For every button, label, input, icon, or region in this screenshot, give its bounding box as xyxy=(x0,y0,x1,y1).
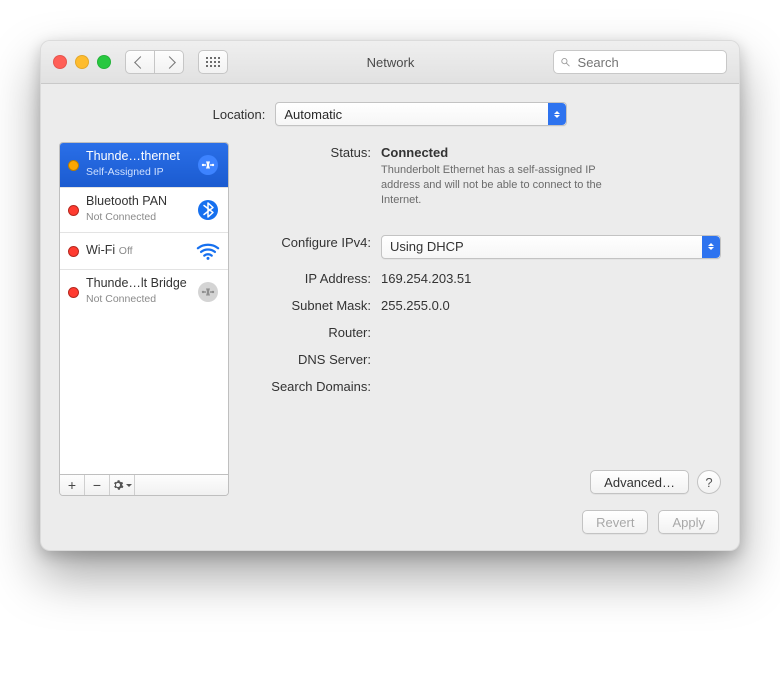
chevron-right-icon xyxy=(163,56,176,69)
location-value: Automatic xyxy=(284,107,342,122)
dns-server-value xyxy=(381,349,721,367)
router-value xyxy=(381,322,721,340)
service-name: Thunde…thernet xyxy=(86,149,180,163)
configure-ipv4-popup[interactable]: Using DHCP xyxy=(381,235,721,259)
service-name: Bluetooth PAN xyxy=(86,194,167,208)
close-window-button[interactable] xyxy=(53,55,67,69)
service-text: Wi-Fi Off xyxy=(86,243,189,260)
service-name: Thunde…lt Bridge xyxy=(86,276,187,290)
configure-ipv4-value: Using DHCP xyxy=(390,239,464,254)
subnet-mask-value: 255.255.0.0 xyxy=(381,295,721,313)
dns-server-label: DNS Server: xyxy=(243,349,371,367)
window-footer: Revert Apply xyxy=(59,496,721,534)
status-dot xyxy=(68,246,79,257)
service-text: Bluetooth PAN Not Connected xyxy=(86,194,189,226)
search-input[interactable] xyxy=(576,54,720,71)
router-label: Router: xyxy=(243,322,371,340)
gear-icon xyxy=(112,479,124,491)
status-detail: Thunderbolt Ethernet has a self-assigned… xyxy=(381,163,631,208)
search-icon xyxy=(560,56,571,68)
detail-grid: Status: Connected Thunderbolt Ethernet h… xyxy=(243,142,721,394)
service-item-bluetooth-pan[interactable]: Bluetooth PAN Not Connected xyxy=(60,188,228,233)
service-text: Thunde…thernet Self-Assigned IP xyxy=(86,149,189,181)
status-dot xyxy=(68,160,79,171)
advanced-button[interactable]: Advanced… xyxy=(590,470,689,494)
detail-footer: Advanced… ? xyxy=(243,462,721,494)
zoom-window-button[interactable] xyxy=(97,55,111,69)
back-button[interactable] xyxy=(125,50,155,74)
revert-button[interactable]: Revert xyxy=(582,510,648,534)
search-domains-label: Search Domains: xyxy=(243,376,371,394)
ip-address-value: 169.254.203.51 xyxy=(381,268,721,286)
remove-service-button[interactable]: − xyxy=(85,475,110,495)
search-field[interactable] xyxy=(553,50,727,74)
service-sub: Not Connected xyxy=(86,293,156,305)
forward-button[interactable] xyxy=(155,50,184,74)
traffic-lights xyxy=(53,55,111,69)
service-item-wifi[interactable]: Wi-Fi Off xyxy=(60,233,228,270)
add-service-button[interactable]: + xyxy=(60,475,85,495)
service-sub: Self-Assigned IP xyxy=(86,166,164,178)
titlebar: Network xyxy=(41,41,739,84)
service-item-thunderbolt-ethernet[interactable]: Thunde…thernet Self-Assigned IP xyxy=(60,143,228,188)
help-button[interactable]: ? xyxy=(697,470,721,494)
apply-button[interactable]: Apply xyxy=(658,510,719,534)
ethernet-icon xyxy=(196,280,220,304)
status-dot xyxy=(68,205,79,216)
service-sub: Off xyxy=(119,245,133,257)
prefs-window: Network Location: Automatic xyxy=(40,40,740,551)
ip-address-label: IP Address: xyxy=(243,268,371,286)
detail-pane: Status: Connected Thunderbolt Ethernet h… xyxy=(243,142,721,494)
service-sub: Not Connected xyxy=(86,211,156,223)
grid-icon xyxy=(206,57,221,68)
location-label: Location: xyxy=(213,107,266,122)
status-value-block: Connected Thunderbolt Ethernet has a sel… xyxy=(381,142,721,208)
service-sidebar: Thunde…thernet Self-Assigned IP Bluetoot… xyxy=(59,142,229,496)
minimize-window-button[interactable] xyxy=(75,55,89,69)
service-list[interactable]: Thunde…thernet Self-Assigned IP Bluetoot… xyxy=(60,143,228,474)
status-dot xyxy=(68,287,79,298)
show-all-button[interactable] xyxy=(198,50,228,74)
content: Location: Automatic Thunde…thernet Self-… xyxy=(41,84,739,550)
service-name: Wi-Fi xyxy=(86,243,115,257)
service-list-footer: + − xyxy=(60,474,228,495)
service-text: Thunde…lt Bridge Not Connected xyxy=(86,276,189,308)
nav-back-forward xyxy=(125,50,184,74)
updown-icon xyxy=(548,103,566,125)
chevron-left-icon xyxy=(134,56,147,69)
location-row: Location: Automatic xyxy=(59,102,721,126)
wifi-icon xyxy=(196,239,220,263)
configure-ipv4-cell: Using DHCP xyxy=(381,232,721,259)
status-label: Status: xyxy=(243,142,371,208)
ethernet-icon xyxy=(196,153,220,177)
service-item-thunderbolt-bridge[interactable]: Thunde…lt Bridge Not Connected xyxy=(60,270,228,314)
subnet-mask-label: Subnet Mask: xyxy=(243,295,371,313)
body-split: Thunde…thernet Self-Assigned IP Bluetoot… xyxy=(59,142,721,496)
service-actions-menu[interactable] xyxy=(110,475,135,495)
bluetooth-icon xyxy=(196,198,220,222)
status-value: Connected xyxy=(381,145,721,160)
search-domains-value xyxy=(381,376,721,394)
updown-icon xyxy=(702,236,720,258)
window-title: Network xyxy=(306,55,476,70)
configure-ipv4-label: Configure IPv4: xyxy=(243,232,371,259)
location-popup[interactable]: Automatic xyxy=(275,102,567,126)
